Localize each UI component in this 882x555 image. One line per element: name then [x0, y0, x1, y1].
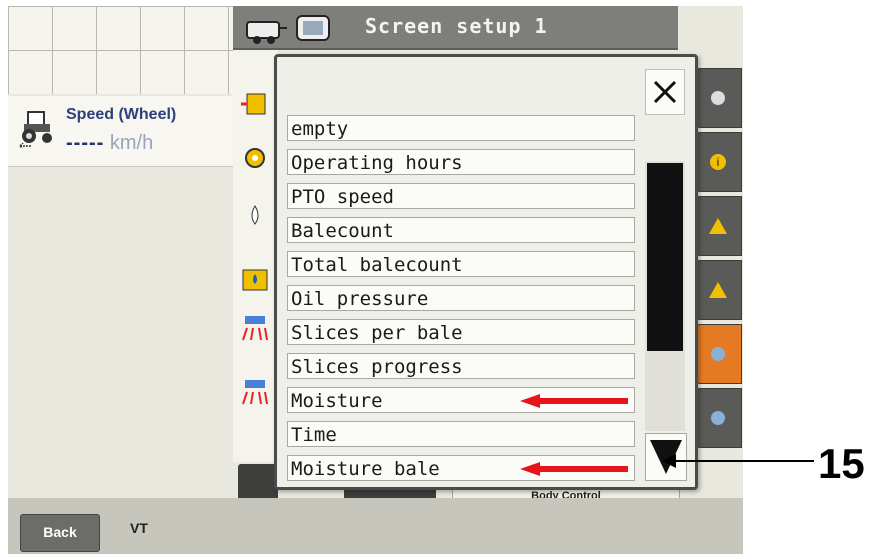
speed-reading: ----- [66, 132, 105, 154]
list-item[interactable]: Slices per bale [287, 319, 635, 345]
knotter-icon [242, 316, 268, 341]
list-item-label: Balecount [291, 220, 394, 242]
baler-icon [246, 21, 287, 44]
softkey-info[interactable]: i [696, 132, 742, 192]
fuel-icon [241, 93, 266, 115]
softkey-alarm[interactable] [696, 260, 742, 320]
list-item-label: Moisture bale [291, 458, 440, 480]
settings-icon [711, 91, 725, 105]
tab-vt[interactable]: VT [130, 520, 148, 536]
layout-preview-pane [233, 50, 278, 462]
highlight-arrow-icon [520, 462, 628, 476]
bottom-bar: Back VT [8, 498, 743, 554]
softkey-screen-2[interactable] [696, 388, 742, 448]
alarm-icon [709, 282, 727, 298]
info-icon: i [710, 154, 726, 170]
list-item[interactable]: PTO speed [287, 183, 635, 209]
list-item[interactable]: Moisture bale [287, 455, 635, 481]
tractor-icon [19, 111, 52, 148]
drop-icon [251, 205, 259, 225]
softkey-screen-1[interactable] [696, 324, 742, 384]
list-item-label: PTO speed [291, 186, 394, 208]
softkey-settings[interactable] [696, 68, 742, 128]
softkey-warning[interactable] [696, 196, 742, 256]
list-item[interactable]: Operating hours [287, 149, 635, 175]
speed-panel: Speed (Wheel) ----- km/h [8, 96, 233, 167]
list-item[interactable]: Time [287, 421, 635, 447]
terminal-icon [296, 15, 330, 41]
list-item-label: Time [291, 424, 337, 446]
grid-area [8, 6, 233, 94]
softkey-bottom-1[interactable] [238, 464, 278, 500]
list-item[interactable]: Moisture [287, 387, 635, 413]
close-icon [653, 80, 677, 104]
speed-unit: km/h [109, 132, 154, 154]
svg-text:i: i [717, 155, 720, 169]
list-item[interactable]: empty [287, 115, 635, 141]
list-item-label: empty [291, 118, 349, 140]
option-list: empty Operating hours PTO speed Balecount To… [287, 115, 639, 489]
list-item-label: Slices progress [291, 356, 463, 378]
screen-header: Screen setup 1 [233, 6, 678, 50]
screen-1-icon [711, 347, 725, 361]
knotter-icon-2 [242, 380, 268, 405]
list-item-label: Moisture [291, 390, 383, 412]
list-item[interactable]: Slices progress [287, 353, 635, 379]
selection-dialog: empty Operating hours PTO speed Balecount To… [274, 54, 698, 490]
list-item-label: Slices per bale [291, 322, 463, 344]
speed-value: ----- km/h [66, 132, 153, 155]
speed-label: Speed (Wheel) [66, 106, 177, 123]
list-item[interactable]: Total balecount [287, 251, 635, 277]
list-item-label: Operating hours [291, 152, 463, 174]
oil-icon [242, 269, 268, 291]
warning-icon [709, 218, 727, 234]
list-item-label: Oil pressure [291, 288, 429, 310]
close-button[interactable] [645, 69, 685, 115]
list-item[interactable]: Balecount [287, 217, 635, 243]
list-item-label: Total balecount [291, 254, 463, 276]
callout-leader-line [662, 454, 814, 468]
highlight-arrow-icon [520, 394, 628, 408]
page-title: Screen setup 1 [365, 14, 548, 38]
softkey-strip: i [696, 68, 743, 456]
callout-number: 15 [818, 440, 865, 487]
back-button[interactable]: Back [20, 514, 100, 552]
gear-icon [245, 148, 265, 168]
screen-2-icon [711, 411, 725, 425]
scrollbar-thumb[interactable] [647, 163, 683, 351]
list-item[interactable]: Oil pressure [287, 285, 635, 311]
